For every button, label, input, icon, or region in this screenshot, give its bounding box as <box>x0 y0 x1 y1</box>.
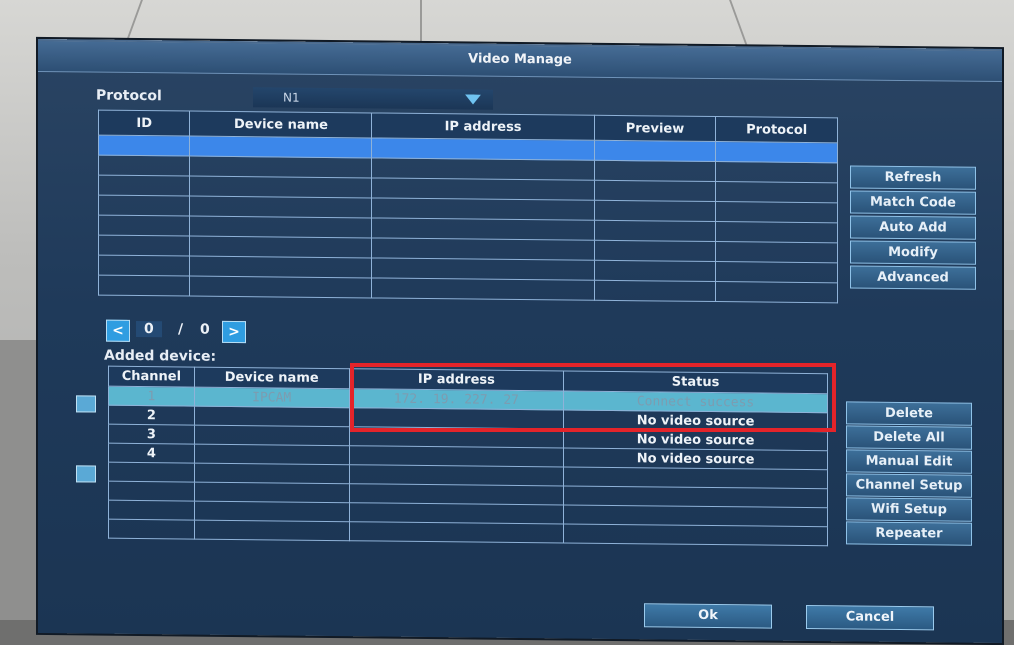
table-cell <box>715 161 838 183</box>
scroll-up-button[interactable] <box>76 395 96 413</box>
scroll-down-button[interactable] <box>76 465 96 483</box>
window-title: Video Manage <box>468 51 572 68</box>
manual-edit-button[interactable]: Manual Edit <box>846 449 972 474</box>
table-cell <box>594 160 716 182</box>
channel-cell <box>108 462 195 483</box>
ip-address-cell <box>349 483 564 505</box>
channel-cell: 2 <box>108 405 195 426</box>
table-cell <box>98 255 190 277</box>
table-cell <box>189 136 372 158</box>
refresh-button[interactable]: Refresh <box>850 165 976 190</box>
table-cell <box>715 241 838 263</box>
table-cell <box>98 195 190 217</box>
col-header-device-name: Device name <box>189 111 372 138</box>
delete-button[interactable]: Delete <box>846 401 972 426</box>
device-name-cell <box>194 425 350 446</box>
channel-cell: 3 <box>108 424 195 445</box>
table-cell <box>189 196 372 218</box>
channel-cell <box>108 519 195 540</box>
col-header-ip-address: IP address <box>371 112 595 141</box>
protocol-dropdown[interactable]: N1 <box>253 87 493 110</box>
delete-all-button[interactable]: Delete All <box>846 425 972 450</box>
col-header-protocol: Protocol <box>715 116 838 143</box>
table-cell <box>98 135 190 157</box>
table-cell <box>189 176 372 198</box>
table-cell <box>371 197 595 221</box>
table-cell <box>715 181 838 203</box>
table-cell <box>371 217 595 241</box>
protocol-label: Protocol <box>96 87 162 105</box>
advanced-button[interactable]: Advanced <box>850 265 976 290</box>
repeater-button[interactable]: Repeater <box>846 521 972 546</box>
total-pages: 0 <box>200 321 210 338</box>
channel-setup-button[interactable]: Channel Setup <box>846 473 972 498</box>
match-code-button[interactable]: Match Code <box>850 190 976 215</box>
table-cell <box>98 235 190 257</box>
table-cell <box>189 156 372 178</box>
table-cell <box>715 261 838 283</box>
ok-button[interactable]: Ok <box>644 603 772 629</box>
col-header-channel: Channel <box>108 366 195 388</box>
table-cell <box>715 221 838 243</box>
table-cell <box>371 157 595 181</box>
video-manage-dialog: Video Manage Protocol N1 ID Device name … <box>38 38 1002 644</box>
device-name-cell <box>194 482 350 503</box>
channel-cell <box>108 481 195 502</box>
page-separator: / <box>178 321 184 338</box>
device-name-cell <box>194 463 350 484</box>
wifi-setup-button[interactable]: Wifi Setup <box>846 497 972 522</box>
device-name-cell <box>194 444 350 465</box>
device-name-cell <box>194 406 350 427</box>
auto-add-button[interactable]: Auto Add <box>850 215 976 240</box>
channel-cell: 1 <box>108 386 195 407</box>
device-name-cell <box>194 520 350 541</box>
table-cell <box>371 137 595 161</box>
device-name-cell: IPCAM <box>194 387 350 408</box>
cancel-button[interactable]: Cancel <box>806 604 934 631</box>
channel-cell: 4 <box>108 443 195 464</box>
table-cell <box>189 216 372 238</box>
device-name-cell <box>194 501 350 522</box>
ip-address-cell <box>349 521 564 543</box>
ip-address-cell <box>349 445 564 467</box>
prev-page-button[interactable]: < <box>106 319 130 342</box>
table-cell <box>189 236 372 258</box>
table-cell <box>371 257 595 281</box>
col-header-device-name: Device name <box>194 367 350 389</box>
search-device-table: ID Device name IP address Preview Protoc… <box>98 110 838 304</box>
table-cell <box>594 140 716 162</box>
current-page: 0 <box>136 320 162 338</box>
table-cell <box>189 256 372 278</box>
next-page-button[interactable]: > <box>222 320 246 344</box>
ip-address-cell <box>349 502 564 524</box>
table-cell <box>715 141 838 163</box>
table-cell <box>594 280 716 302</box>
channel-cell <box>108 500 195 521</box>
table-cell <box>594 260 716 282</box>
table-cell <box>98 215 190 237</box>
table-cell <box>371 177 595 201</box>
col-header-preview: Preview <box>594 115 716 142</box>
table-cell <box>189 276 372 298</box>
chevron-down-icon[interactable] <box>465 94 481 104</box>
col-header-id: ID <box>98 110 190 137</box>
table-cell <box>594 180 716 202</box>
status-cell <box>563 523 828 546</box>
table-cell <box>594 240 716 262</box>
table-cell <box>98 155 190 177</box>
modify-button[interactable]: Modify <box>850 240 976 265</box>
table-cell <box>594 200 716 222</box>
ip-address-cell <box>349 464 564 486</box>
title-bar: Video Manage <box>38 40 1002 83</box>
added-device-label: Added device: <box>104 347 217 365</box>
highlight-annotation <box>350 363 836 432</box>
table-cell <box>98 175 190 197</box>
table-cell <box>715 281 838 303</box>
table-cell <box>715 201 838 223</box>
table-cell <box>371 277 595 301</box>
protocol-value: N1 <box>283 90 300 105</box>
table-cell <box>98 275 190 297</box>
table-cell <box>371 237 595 261</box>
table-cell <box>594 220 716 242</box>
